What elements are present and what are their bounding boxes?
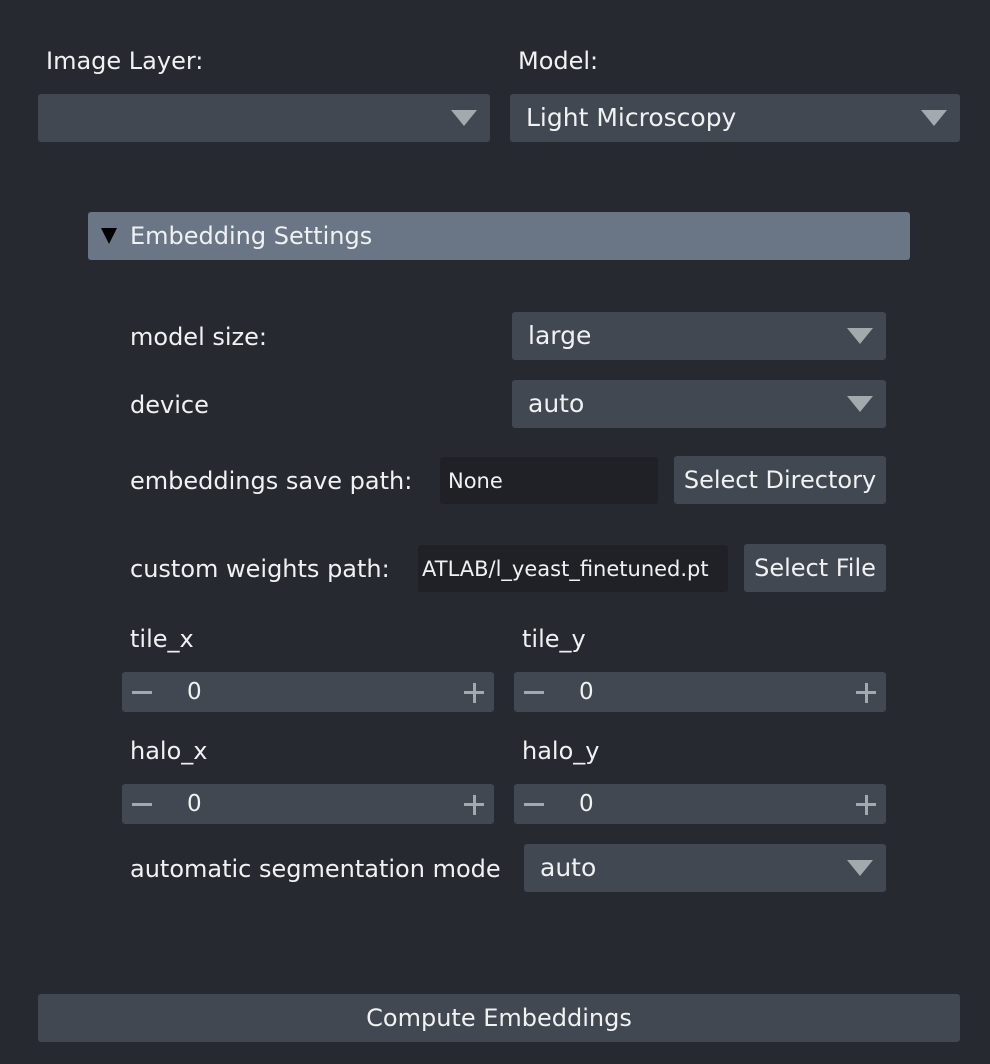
chevron-down-icon xyxy=(847,396,873,412)
image-layer-label: Image Layer: xyxy=(46,47,204,75)
seg-mode-label: automatic segmentation mode xyxy=(130,855,501,883)
save-path-input[interactable]: None xyxy=(440,457,658,504)
weights-path-label: custom weights path: xyxy=(130,555,390,583)
save-path-label: embeddings save path: xyxy=(130,467,413,495)
model-size-value: large xyxy=(528,321,592,350)
compute-embeddings-button[interactable]: Compute Embeddings xyxy=(38,994,960,1042)
chevron-down-icon xyxy=(847,328,873,344)
select-file-button[interactable]: Select File xyxy=(744,544,886,592)
triangle-down-icon xyxy=(101,228,117,244)
tile-y-label: tile_y xyxy=(522,625,586,653)
chevron-down-icon xyxy=(451,110,477,126)
plus-icon-vertical xyxy=(472,794,476,815)
tile-y-value: 0 xyxy=(579,679,594,705)
plus-icon-vertical xyxy=(864,794,868,815)
halo-x-value: 0 xyxy=(187,791,202,817)
plus-icon-vertical xyxy=(864,682,868,703)
minus-icon[interactable] xyxy=(524,691,544,694)
select-directory-button[interactable]: Select Directory xyxy=(674,456,886,504)
minus-icon[interactable] xyxy=(132,803,152,806)
minus-icon[interactable] xyxy=(132,691,152,694)
seg-mode-value: auto xyxy=(540,853,597,882)
device-label: device xyxy=(130,391,209,419)
device-dropdown[interactable]: auto xyxy=(512,380,886,428)
image-layer-dropdown[interactable] xyxy=(38,94,490,142)
model-size-label: model size: xyxy=(130,323,267,351)
halo-y-value: 0 xyxy=(579,791,594,817)
weights-path-input[interactable]: ATLAB/l_yeast_finetuned.pt xyxy=(418,545,728,592)
model-label: Model: xyxy=(518,47,599,75)
plus-icon-vertical xyxy=(472,682,476,703)
tile-x-value: 0 xyxy=(187,679,202,705)
tile-x-label: tile_x xyxy=(130,625,194,653)
halo-y-label: halo_y xyxy=(522,737,600,765)
embedding-settings-toggle[interactable]: Embedding Settings xyxy=(88,212,910,260)
tile-x-spinbox[interactable]: 0 xyxy=(122,672,494,712)
save-path-value: None xyxy=(448,468,503,493)
tile-y-spinbox[interactable]: 0 xyxy=(514,672,886,712)
halo-x-label: halo_x xyxy=(130,737,208,765)
model-size-dropdown[interactable]: large xyxy=(512,312,886,360)
model-dropdown[interactable]: Light Microscopy xyxy=(510,94,960,142)
embedding-widget: Image Layer: Model: Light Microscopy Emb… xyxy=(0,0,990,1064)
model-value: Light Microscopy xyxy=(526,103,737,132)
seg-mode-dropdown[interactable]: auto xyxy=(524,844,886,892)
device-value: auto xyxy=(528,389,585,418)
chevron-down-icon xyxy=(847,860,873,876)
embedding-settings-title: Embedding Settings xyxy=(130,222,373,250)
minus-icon[interactable] xyxy=(524,803,544,806)
weights-path-value: ATLAB/l_yeast_finetuned.pt xyxy=(422,556,709,581)
halo-x-spinbox[interactable]: 0 xyxy=(122,784,494,824)
chevron-down-icon xyxy=(921,110,947,126)
halo-y-spinbox[interactable]: 0 xyxy=(514,784,886,824)
